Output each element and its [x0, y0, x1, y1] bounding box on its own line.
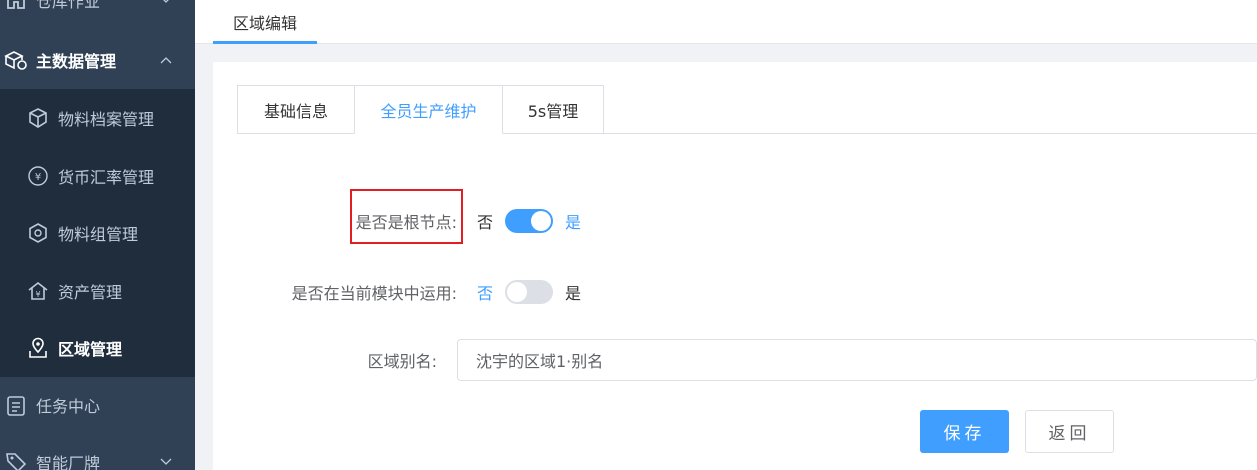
sidebar-item-smart-badge[interactable]: 智能厂牌: [0, 433, 195, 470]
svg-text:¥: ¥: [35, 290, 40, 299]
tag-area-edit[interactable]: 区域编辑: [213, 0, 317, 44]
chevron-down-icon: [159, 0, 173, 7]
yen-circle-icon: ¥: [26, 164, 50, 188]
root-node-label: 是否是根节点:: [355, 213, 457, 232]
root-node-off-text[interactable]: 否: [477, 209, 493, 233]
tags-view-bar: 区域编辑: [195, 0, 1257, 44]
map-pin-icon: [26, 336, 50, 360]
svg-text:¥: ¥: [35, 172, 41, 183]
current-module-switch[interactable]: [505, 280, 554, 304]
form-row-root-node: 是否是根节点: 否 是: [213, 206, 1257, 236]
sidebar-item-currency-rate[interactable]: ¥ 货币汇率管理: [0, 147, 195, 205]
switch-knob: [507, 282, 528, 302]
sidebar-item-label: 区域管理: [58, 340, 123, 359]
tab-bar: 基础信息 全员生产维护 5s管理: [237, 85, 604, 134]
sidebar-item-area[interactable]: 区域管理: [0, 319, 195, 377]
save-button[interactable]: 保存: [920, 410, 1009, 453]
chevron-down-icon: [159, 455, 173, 469]
tab-tpm[interactable]: 全员生产维护: [354, 85, 503, 134]
sidebar-item-label: 任务中心: [36, 397, 101, 416]
root-node-switch[interactable]: [505, 209, 554, 233]
current-module-label: 是否在当前模块中运用:: [291, 284, 457, 303]
sidebar-item-label: 仓库作业: [36, 0, 101, 11]
sidebar-item-label: 物料档案管理: [58, 110, 155, 129]
tag-icon: [4, 450, 28, 470]
sidebar-item-label: 资产管理: [58, 283, 123, 302]
form-row-current-module: 是否在当前模块中运用: 否 是: [213, 277, 1257, 307]
chevron-up-icon: [159, 53, 173, 67]
house-asset-icon: ¥: [26, 279, 50, 303]
alias-control: [457, 339, 1257, 381]
sidebar-item-master-data[interactable]: 主数据管理: [0, 31, 195, 89]
sidebar-item-task-center[interactable]: 任务中心: [0, 376, 195, 434]
sidebar-item-label: 智能厂牌: [36, 454, 101, 470]
sidebar: 仓库作业 主数据管理 物料档案管理 ¥ 货币汇率管理 物料组管理 ¥ 资产管理 …: [0, 0, 195, 470]
sidebar-item-material-group[interactable]: 物料组管理: [0, 204, 195, 262]
current-module-off-text[interactable]: 否: [477, 280, 493, 304]
tab-basic-info[interactable]: 基础信息: [237, 85, 355, 134]
hexagon-box-icon: [26, 221, 50, 245]
edit-panel: 基础信息 全员生产维护 5s管理 是否是根节点: 否 是 是否在当前模块中运用:…: [213, 62, 1257, 470]
current-module-switch-group: 否 是: [477, 280, 581, 304]
sidebar-item-label: 物料组管理: [58, 225, 139, 244]
master-data-icon: [4, 48, 28, 72]
form-row-alias: 区域别名:: [213, 339, 1257, 381]
sidebar-item-label: 货币汇率管理: [58, 168, 155, 187]
warehouse-icon: [4, 0, 28, 12]
tab-5s[interactable]: 5s管理: [502, 85, 604, 134]
cube-icon: [26, 106, 50, 130]
clipboard-list-icon: [4, 393, 28, 417]
sidebar-item-asset[interactable]: ¥ 资产管理: [0, 262, 195, 320]
alias-input[interactable]: [457, 339, 1257, 381]
root-node-switch-group: 否 是: [477, 209, 581, 233]
switch-knob: [531, 211, 552, 231]
sidebar-item-material-archive[interactable]: 物料档案管理: [0, 89, 195, 147]
current-module-on-text[interactable]: 是: [565, 280, 581, 304]
sidebar-item-warehouse-ops[interactable]: 仓库作业: [0, 0, 195, 29]
root-node-on-text[interactable]: 是: [565, 209, 581, 233]
back-button[interactable]: 返回: [1025, 410, 1114, 453]
alias-label: 区域别名:: [367, 352, 437, 371]
sidebar-item-label: 主数据管理: [36, 52, 117, 71]
